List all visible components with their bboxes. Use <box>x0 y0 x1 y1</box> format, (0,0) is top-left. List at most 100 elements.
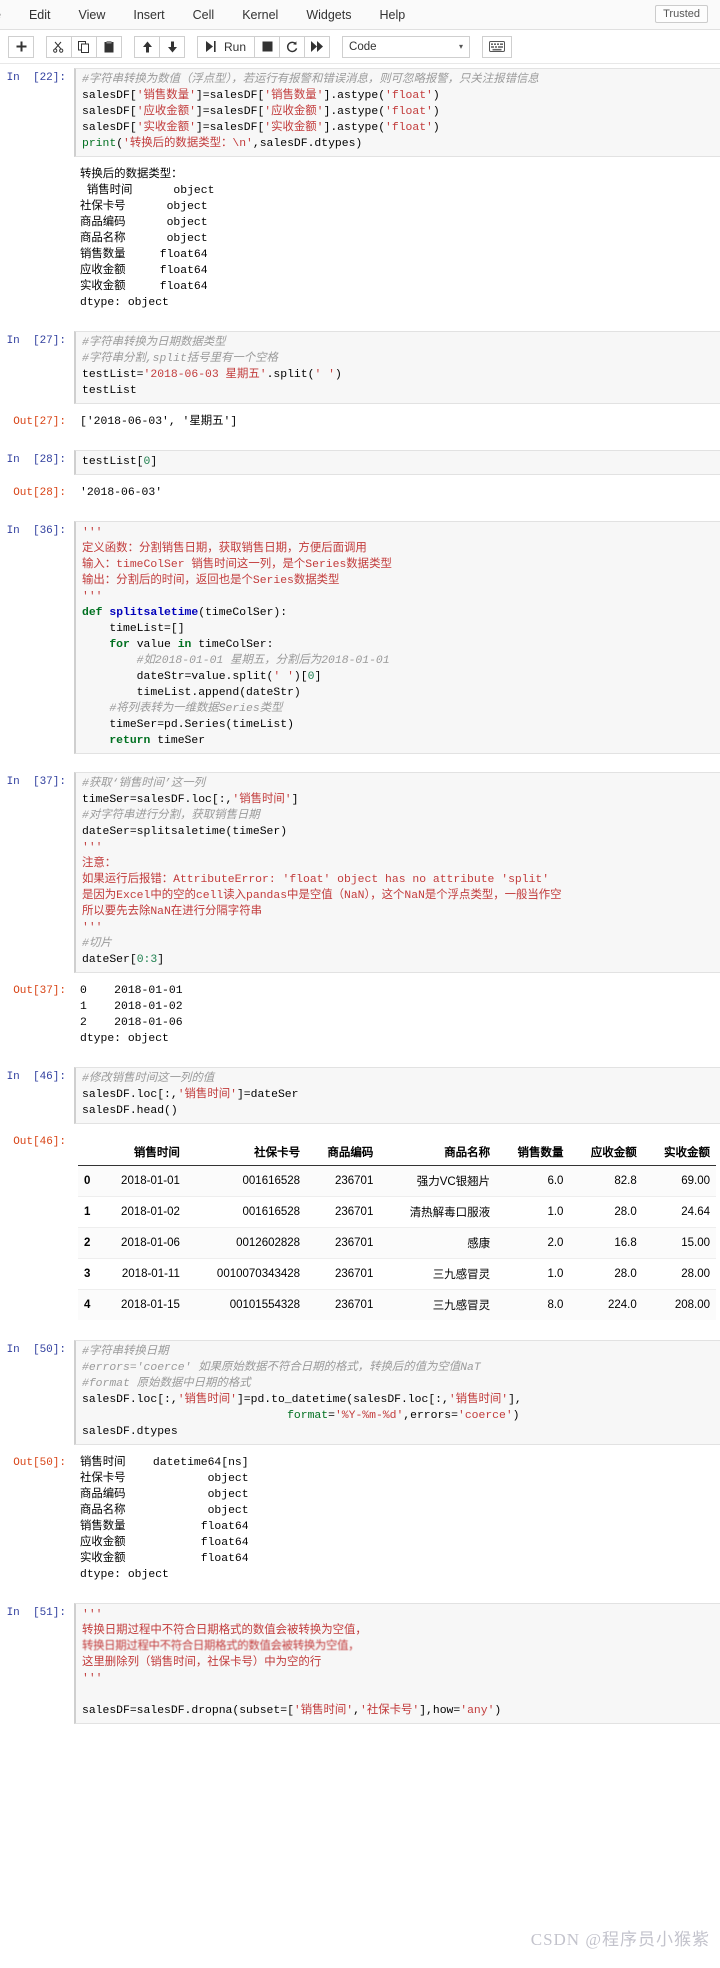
result-output: ['2018-06-03', '星期五'] <box>80 416 238 428</box>
cut-cell-button[interactable] <box>46 35 72 58</box>
stdout-line: 应收金额 float64 <box>80 265 208 277</box>
code-editor[interactable]: #字符串转换日期 #errors='coerce' 如果原始数据不符合日期的格式… <box>74 1340 720 1445</box>
code-line: ''' <box>82 1609 103 1621</box>
code-line: ''' <box>82 527 103 539</box>
code-editor[interactable]: ''' 转换日期过程中不符合日期格式的数值会被转换为空值， 转换日期过程中不符合… <box>74 1603 720 1724</box>
cell-body: 转换后的数据类型： 销售时间 object 社保卡号 object 商品编码 o… <box>74 165 720 313</box>
code-line: for value in timeColSer: <box>109 639 274 651</box>
table-cell: 28.0 <box>569 1258 643 1290</box>
code-line: ''' <box>82 842 103 854</box>
run-cell-button[interactable]: Run <box>197 35 256 58</box>
restart-kernel-button[interactable] <box>279 35 306 58</box>
code-line: print('转换后的数据类型：\n',salesDF.dtypes) <box>82 138 363 150</box>
table-cell: 236701 <box>306 1196 380 1228</box>
table-row: 1 2018-01-02 001616528 236701 清热解毒口服液 1.… <box>78 1196 716 1228</box>
cell-type-select[interactable]: Code ▾ <box>342 35 471 58</box>
table-row: 2 2018-01-06 0012602828 236701 感康 2.0 16… <box>78 1227 716 1259</box>
table-cell: 00101554328 <box>185 1289 307 1320</box>
menu-item-file[interactable]: e <box>0 0 15 30</box>
output-prompt: Out[27]: <box>13 416 66 428</box>
output-prompt: Out[50]: <box>13 1457 66 1469</box>
code-cell[interactable]: In [51]: ''' 转换日期过程中不符合日期格式的数值会被转换为空值， 转… <box>0 1599 720 1728</box>
table-cell: 感康 <box>379 1227 497 1259</box>
menu-item-widgets[interactable]: Widgets <box>292 0 365 30</box>
code-editor[interactable]: #字符串转换为数值（浮点型），若运行有报警和错误消息，则可忽略报警，只关注报错信… <box>74 68 720 157</box>
code-editor[interactable]: #字符串转换为日期数据类型 #字符串分割,split括号里有一个空格 testL… <box>74 331 720 404</box>
copy-icon <box>78 40 89 53</box>
code-line: ''' <box>82 591 103 603</box>
output-area: Out[28]: '2018-06-03' <box>0 479 720 507</box>
menu-item-help[interactable]: Help <box>365 0 419 30</box>
trusted-badge: Trusted <box>655 5 708 23</box>
code-line: salesDF['实收金额']=salesDF['实收金额'].astype('… <box>82 122 440 134</box>
dataframe-output: 销售时间 社保卡号 商品编码 商品名称 销售数量 应收金额 实收金额 0 201 <box>74 1132 720 1322</box>
code-editor[interactable]: ''' 定义函数：分割销售日期，获取销售日期，方便后面调用 输入：timeCol… <box>74 521 720 754</box>
code-cell[interactable]: In [37]: #获取‘销售时间’这一列 timeSer=salesDF.lo… <box>0 768 720 977</box>
add-cell-button[interactable] <box>8 35 34 58</box>
table-row: 0 2018-01-01 001616528 236701 强力VC银翘片 6.… <box>78 1165 716 1197</box>
stdout-line: dtype: object <box>80 297 169 309</box>
menu-item-edit[interactable]: Edit <box>15 0 65 30</box>
cell-body: '2018-06-03' <box>74 483 720 503</box>
menu-item-insert[interactable]: Insert <box>119 0 178 30</box>
code-line: 转换日期过程中不符合日期格式的数值会被转换为空值， <box>82 1625 367 1637</box>
watermark: CSDN @程序员小猴紫 <box>530 1930 710 1949</box>
code-line: #字符串转换为数值（浮点型），若运行有报警和错误消息，则可忽略报警，只关注报错信… <box>82 74 539 86</box>
cell-body: testList[0] <box>74 450 720 475</box>
move-cell-up-button[interactable] <box>134 35 160 58</box>
code-line: testList <box>82 385 137 397</box>
code-line: 是因为Excel中的空的cell读入pandas中是空值（NaN），这个NaN是… <box>82 890 562 902</box>
menu-item-view[interactable]: View <box>65 0 120 30</box>
code-editor[interactable]: testList[0] <box>74 450 720 475</box>
output-line: 0 2018-01-01 <box>80 985 183 997</box>
cell-body: 0 2018-01-01 1 2018-01-02 2 2018-01-06 d… <box>74 981 720 1049</box>
code-line: salesDF.head() <box>82 1105 178 1117</box>
table-cell: 8.0 <box>496 1289 570 1320</box>
table-cell: 2018-01-02 <box>96 1196 186 1228</box>
output-area: 转换后的数据类型： 销售时间 object 社保卡号 object 商品编码 o… <box>0 161 720 317</box>
move-cell-down-button[interactable] <box>159 35 185 58</box>
code-cell[interactable]: In [28]: testList[0] <box>0 446 720 479</box>
output-line: 实收金额 float64 <box>80 1553 249 1565</box>
paste-cell-button[interactable] <box>96 35 122 58</box>
code-cell[interactable]: In [22]: #字符串转换为数值（浮点型），若运行有报警和错误消息，则可忽略… <box>0 64 720 161</box>
table-cell: 236701 <box>306 1227 380 1259</box>
dataframe-table: 销售时间 社保卡号 商品编码 商品名称 销售数量 应收金额 实收金额 0 201 <box>78 1138 716 1320</box>
code-cell[interactable]: In [27]: #字符串转换为日期数据类型 #字符串分割,split括号里有一… <box>0 327 720 408</box>
code-line: ''' <box>82 922 103 934</box>
code-line: 注意： <box>82 858 117 870</box>
restart-and-run-all-button[interactable] <box>304 35 331 58</box>
table-cell: 2018-01-15 <box>96 1289 186 1320</box>
code-cell[interactable]: In [46]: #修改销售时间这一列的值 salesDF.loc[:,'销售时… <box>0 1063 720 1128</box>
code-cell[interactable]: In [50]: #字符串转换日期 #errors='coerce' 如果原始数… <box>0 1336 720 1449</box>
stop-square-icon <box>262 41 273 52</box>
output-prompt: Out[37]: <box>13 985 66 997</box>
code-line: salesDF['应收金额']=salesDF['应收金额'].astype('… <box>82 106 440 118</box>
table-cell: 强力VC银翘片 <box>379 1165 497 1197</box>
code-line: #修改销售时间这一列的值 <box>82 1073 215 1085</box>
command-palette-button[interactable] <box>482 35 513 58</box>
column-header: 实收金额 <box>642 1138 716 1166</box>
code-line: timeList.append(dateStr) <box>82 687 301 699</box>
menu-item-kernel[interactable]: Kernel <box>228 0 292 30</box>
code-line: #字符串分割,split括号里有一个空格 <box>82 353 278 365</box>
chevron-down-icon: ▾ <box>459 42 464 51</box>
input-prompt: In [46]: <box>6 1071 66 1083</box>
code-editor[interactable]: #修改销售时间这一列的值 salesDF.loc[:,'销售时间']=dateS… <box>74 1067 720 1124</box>
code-line: 这里删除列（销售时间，社保卡号）中为空的行 <box>82 1657 322 1669</box>
copy-cell-button[interactable] <box>71 35 97 58</box>
code-cell[interactable]: In [36]: ''' 定义函数：分割销售日期，获取销售日期，方便后面调用 输… <box>0 517 720 758</box>
column-header: 销售时间 <box>96 1138 186 1166</box>
code-line: 定义函数：分割销售日期，获取销售日期，方便后面调用 <box>82 543 367 555</box>
code-line: 输入：timeColSer 销售时间这一列，是个Series数据类型 <box>82 559 392 571</box>
cell-type-value: Code <box>349 40 377 53</box>
menu-item-cell[interactable]: Cell <box>179 0 229 30</box>
code-editor[interactable]: #获取‘销售时间’这一列 timeSer=salesDF.loc[:,'销售时间… <box>74 772 720 973</box>
table-header-row: 销售时间 社保卡号 商品编码 商品名称 销售数量 应收金额 实收金额 <box>78 1138 716 1166</box>
code-line: salesDF.dtypes <box>82 1426 178 1438</box>
toolbar-group-edit <box>46 35 122 58</box>
interrupt-kernel-button[interactable] <box>254 35 281 58</box>
toolbar-group-move <box>134 35 185 58</box>
cell-body: 销售时间 社保卡号 商品编码 商品名称 销售数量 应收金额 实收金额 0 201 <box>74 1132 720 1322</box>
row-index: 4 <box>78 1289 97 1320</box>
